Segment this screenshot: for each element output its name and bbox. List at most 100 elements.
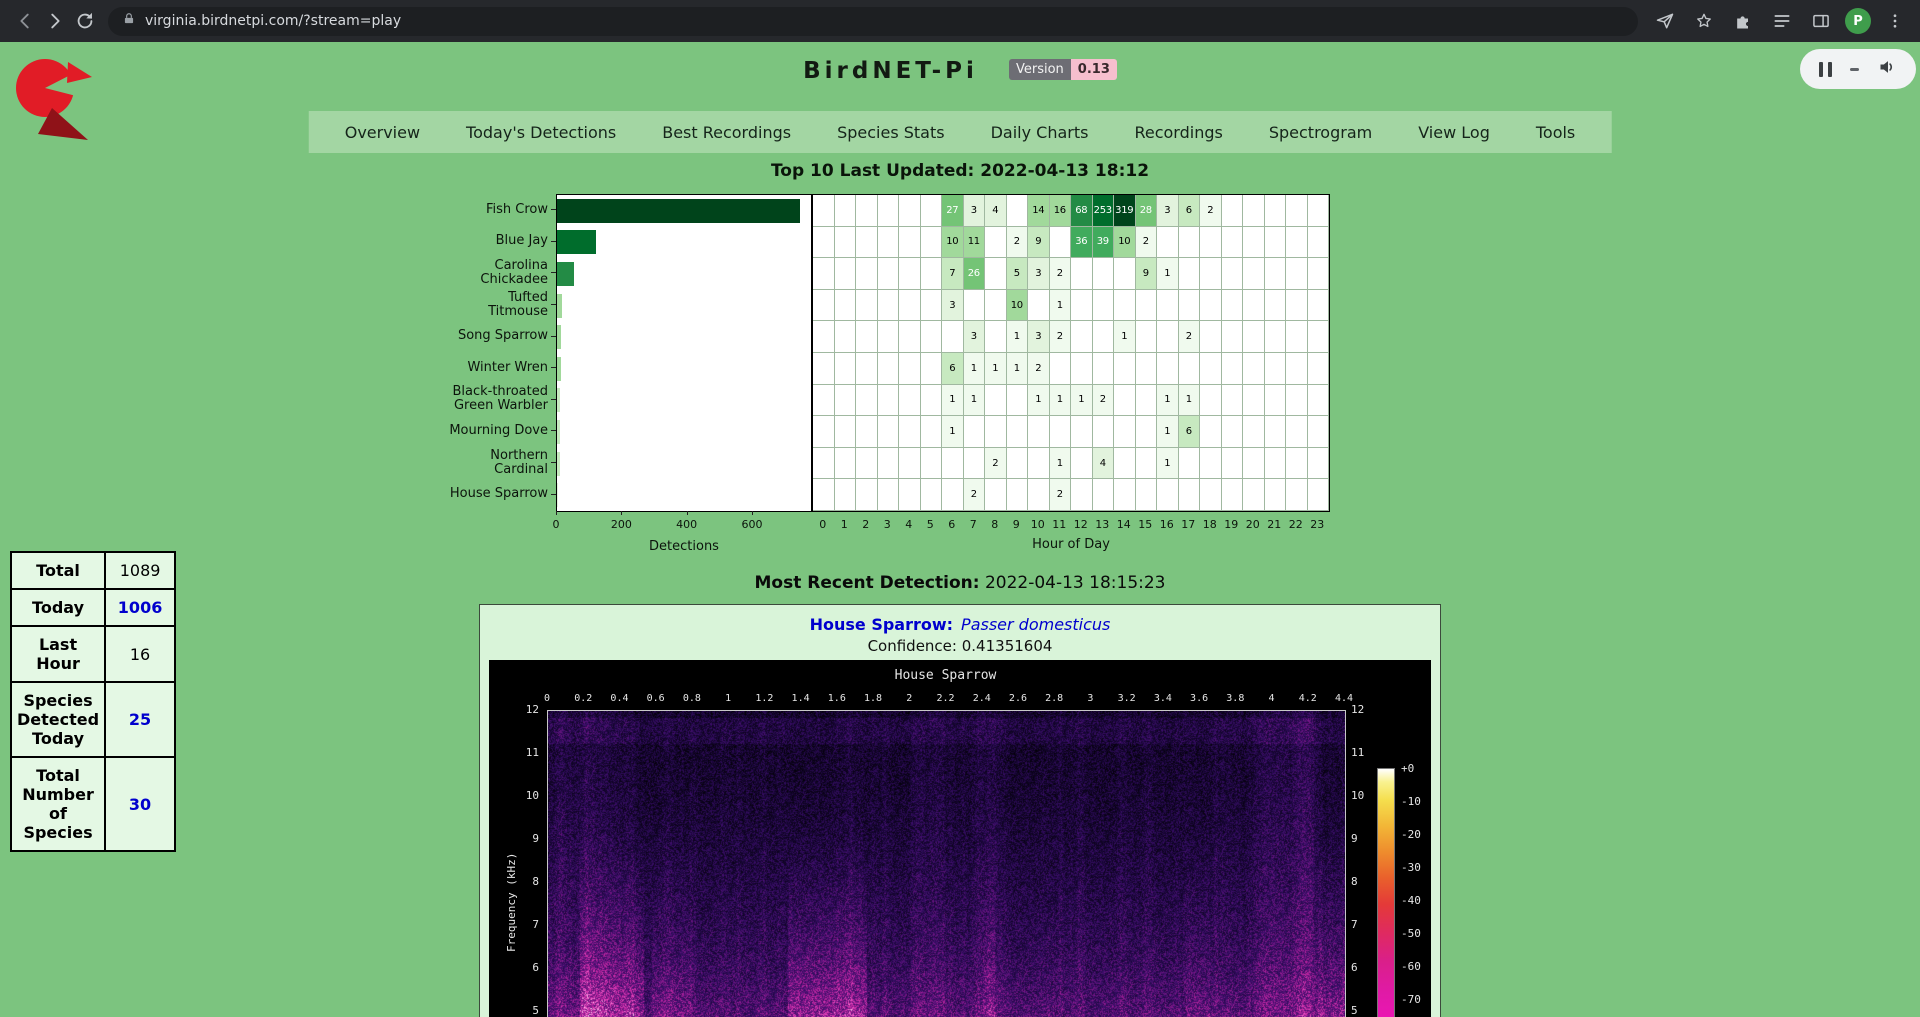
heatmap-cell: 1 <box>1157 416 1179 448</box>
heatmap-cell: 1 <box>1071 385 1093 417</box>
heatmap-cell <box>813 321 835 353</box>
heatmap-cell: 1 <box>1114 321 1136 353</box>
heatmap-cell <box>1222 321 1244 353</box>
heatmap-cell <box>813 416 835 448</box>
species-label: Northern Cardinal <box>448 449 548 477</box>
url-bar[interactable]: virginia.birdnetpi.com/?stream=play <box>108 7 1638 36</box>
heatmap-cell: 6 <box>942 353 964 385</box>
spectrogram-y-tick: 9 <box>509 832 539 845</box>
heatmap-cell: 1 <box>942 416 964 448</box>
heatmap-cell <box>1007 385 1029 417</box>
menu-kebab-icon[interactable] <box>1880 6 1910 36</box>
heatmap-cell: 1 <box>1050 385 1072 417</box>
spectrogram-colorbar <box>1377 768 1395 1017</box>
colorbar-tick: -10 <box>1401 795 1421 808</box>
nav-best-recordings[interactable]: Best Recordings <box>662 123 791 142</box>
colorbar-tick: +0 <box>1401 762 1414 775</box>
heatmap-cell <box>1222 448 1244 480</box>
detection-confidence: Confidence: 0.41351604 <box>480 637 1440 655</box>
nav-overview[interactable]: Overview <box>345 123 420 142</box>
heatmap-cell <box>1286 448 1308 480</box>
heatmap-cell: 1 <box>1050 290 1072 322</box>
heatmap-cell <box>899 258 921 290</box>
detection-species-link[interactable]: House Sparrow: <box>810 615 953 634</box>
bookmark-star-icon[interactable] <box>1689 6 1719 36</box>
birdnet-pi-page: BirdNET-Pi Version0.13 Overview Today's … <box>0 42 1920 1017</box>
tab-list-icon[interactable] <box>1767 6 1797 36</box>
species-labels: Fish CrowBlue JayCarolina ChickadeeTufte… <box>446 194 556 512</box>
heatmap-cell <box>1157 321 1179 353</box>
heatmap-cell <box>878 416 900 448</box>
heatmap-cell: 1 <box>1028 385 1050 417</box>
heatmap-cell: 28 <box>1136 195 1158 227</box>
heatmap-cell: 1 <box>1157 448 1179 480</box>
heatmap-cell <box>1222 227 1244 259</box>
heatmap-cell <box>1093 416 1115 448</box>
hour-axis-tick: 10 <box>1027 518 1049 531</box>
heatmap-cell <box>835 448 857 480</box>
heatmap-cell <box>1179 227 1201 259</box>
side-panel-icon[interactable] <box>1806 6 1836 36</box>
most-recent-label: Most Recent Detection: <box>754 573 979 593</box>
nav-daily-charts[interactable]: Daily Charts <box>991 123 1089 142</box>
hour-ticks: 01234567891011121314151617181920212223 <box>812 518 1330 531</box>
heatmap-cell <box>1136 385 1158 417</box>
reload-icon[interactable] <box>70 6 100 36</box>
heatmap-cell <box>1222 385 1244 417</box>
nav-todays-detections[interactable]: Today's Detections <box>466 123 616 142</box>
heatmap-cell <box>1200 290 1222 322</box>
heatmap-cell: 1 <box>1157 258 1179 290</box>
spectrogram-x-tick: 2.8 <box>1045 693 1063 704</box>
heatmap-cell <box>1028 479 1050 511</box>
spectrogram-x-tick: 0.2 <box>574 693 592 704</box>
heatmap-cell <box>813 258 835 290</box>
heatmap-cell: 36 <box>1071 227 1093 259</box>
nav-view-log[interactable]: View Log <box>1418 123 1490 142</box>
heatmap-cell <box>1286 321 1308 353</box>
detections-axis-tick: 600 <box>742 518 763 531</box>
stat-value-link[interactable]: 25 <box>105 682 175 757</box>
heatmap-cell: 1 <box>964 385 986 417</box>
hour-axis-tick: 5 <box>920 518 942 531</box>
heatmap-cell: 3 <box>1157 195 1179 227</box>
heatmap-cell <box>813 353 835 385</box>
heatmap-cell <box>1243 416 1265 448</box>
heatmap-cell <box>942 321 964 353</box>
profile-avatar[interactable]: P <box>1845 8 1871 34</box>
pause-button[interactable] <box>1819 62 1832 77</box>
heatmap-cell <box>1136 290 1158 322</box>
detection-species-latin[interactable]: Passer domesticus <box>961 615 1110 634</box>
nav-species-stats[interactable]: Species Stats <box>837 123 945 142</box>
nav-tools[interactable]: Tools <box>1536 123 1575 142</box>
heatmap-cell <box>835 479 857 511</box>
stat-value-link[interactable]: 30 <box>105 757 175 851</box>
heatmap-cell <box>1200 448 1222 480</box>
send-icon[interactable] <box>1650 6 1680 36</box>
extensions-icon[interactable] <box>1728 6 1758 36</box>
nav-recordings[interactable]: Recordings <box>1134 123 1222 142</box>
stat-value-link[interactable]: 1006 <box>105 589 175 626</box>
heatmap-cell: 1 <box>1157 385 1179 417</box>
back-icon[interactable] <box>10 6 40 36</box>
heatmap-cell <box>1179 258 1201 290</box>
heatmap-cell <box>1179 353 1201 385</box>
version-label: Version <box>1009 59 1071 80</box>
forward-icon[interactable] <box>40 6 70 36</box>
url-text: virginia.birdnetpi.com/?stream=play <box>145 13 401 29</box>
heatmap-cell <box>921 195 943 227</box>
heatmap-cell: 2 <box>1050 258 1072 290</box>
seek-dash-icon[interactable] <box>1850 68 1859 71</box>
heatmap-cell <box>1071 290 1093 322</box>
heatmap-cell <box>899 479 921 511</box>
heatmap-cell <box>1308 416 1330 448</box>
colorbar-tick: -40 <box>1401 894 1421 907</box>
heatmap-cell: 10 <box>1114 227 1136 259</box>
heatmap-cell <box>856 448 878 480</box>
volume-icon[interactable] <box>1878 57 1898 81</box>
stat-value: 16 <box>105 626 175 682</box>
heatmap-cell <box>1179 479 1201 511</box>
hour-axis-tick: 8 <box>984 518 1006 531</box>
heatmap-cell <box>1050 416 1072 448</box>
species-label: Tufted Titmouse <box>448 291 548 319</box>
nav-spectrogram[interactable]: Spectrogram <box>1269 123 1372 142</box>
